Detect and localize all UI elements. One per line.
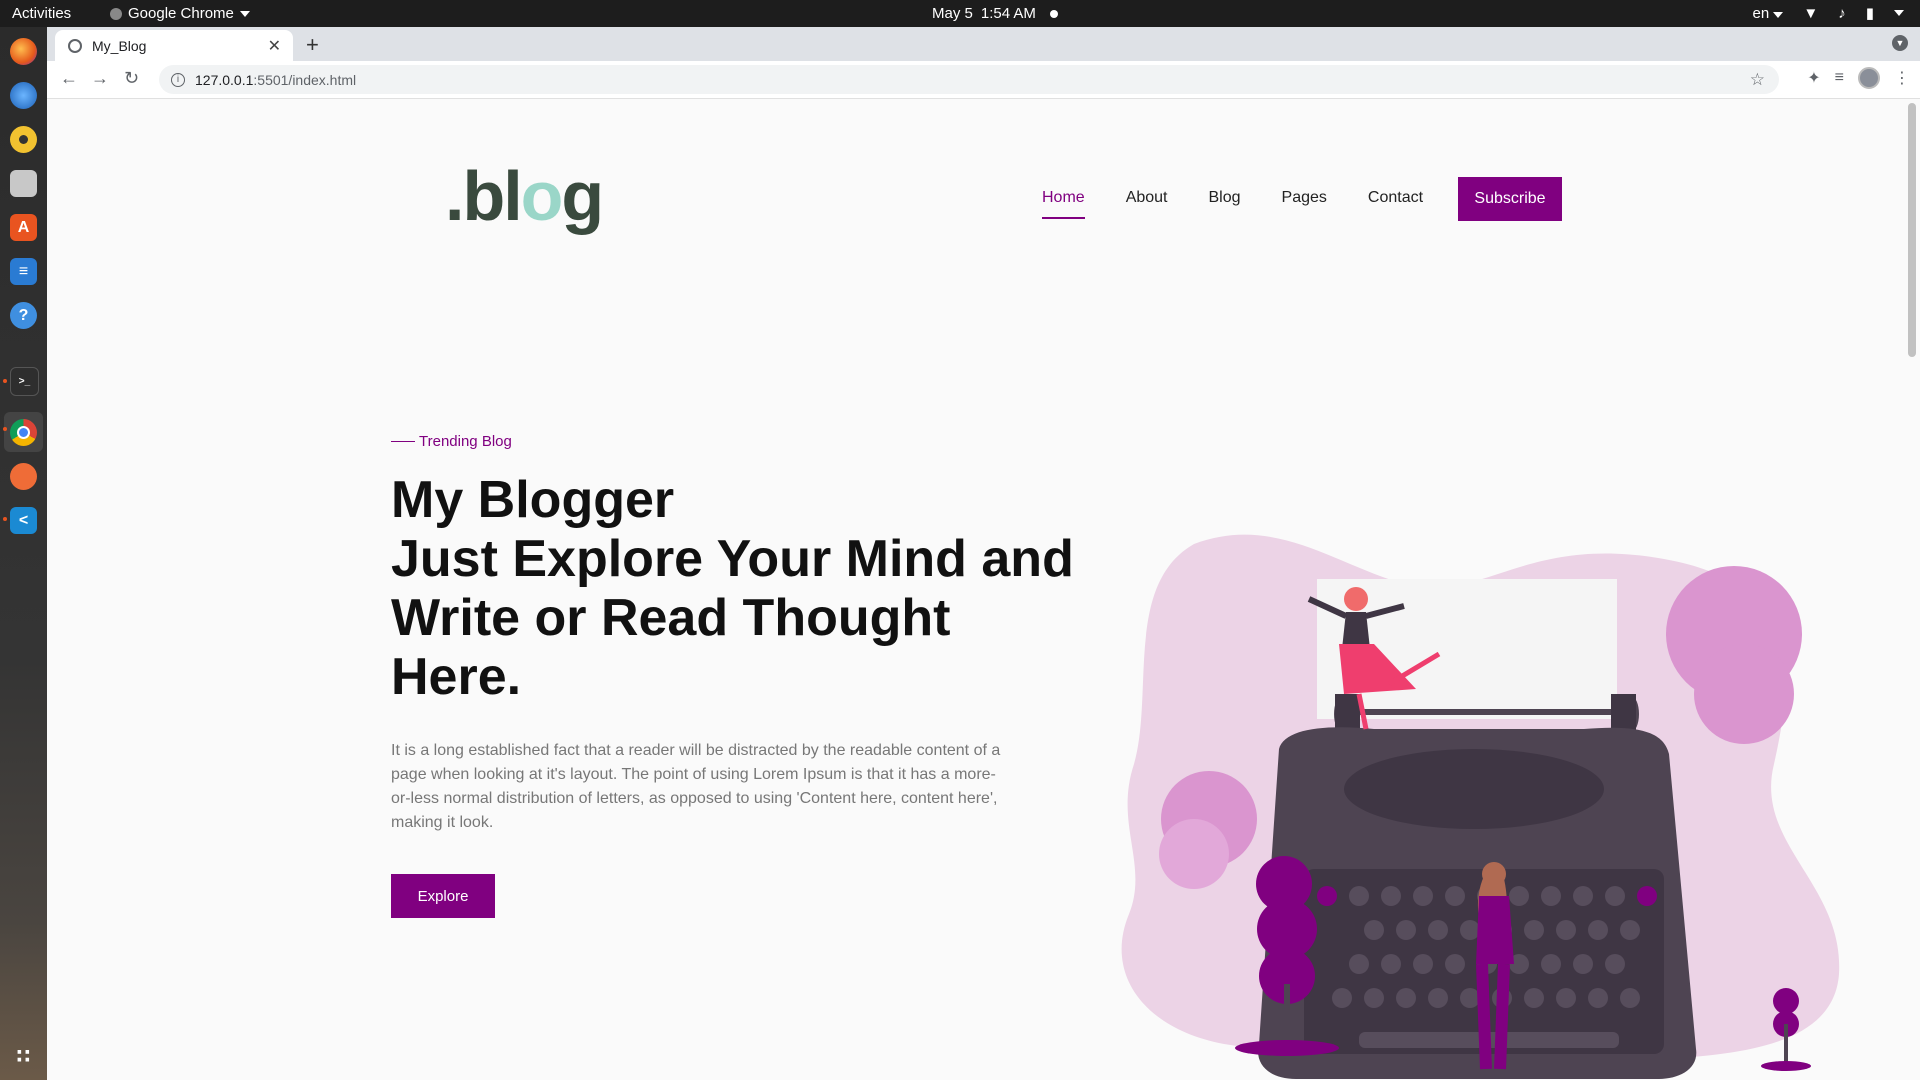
hero-title-line-2: Just Explore Your Mind and bbox=[391, 530, 1074, 588]
app-menu[interactable]: Google Chrome bbox=[110, 5, 250, 22]
app-grid-icon[interactable]: ∷ bbox=[10, 1043, 37, 1070]
tree-trunk bbox=[1284, 984, 1290, 1044]
running-indicator bbox=[3, 517, 7, 521]
system-top-bar: Activities Google Chrome May 5 1:54 AM e… bbox=[0, 0, 1920, 27]
language-label: en bbox=[1752, 4, 1770, 22]
close-icon[interactable]: ✕ bbox=[268, 36, 281, 56]
url-path: :5501/index.html bbox=[253, 71, 357, 88]
system-menu-chevron-icon[interactable] bbox=[1894, 10, 1904, 16]
kicker-label: Trending Blog bbox=[419, 433, 512, 450]
chrome-icon[interactable] bbox=[10, 419, 37, 446]
trending-kicker: Trending Blog bbox=[391, 433, 512, 450]
firefox-icon[interactable] bbox=[10, 38, 37, 65]
nav-about[interactable]: About bbox=[1126, 189, 1168, 207]
tab-strip: My_Blog ✕ + ▼ bbox=[47, 27, 1920, 61]
system-tray[interactable]: en ▼ ♪ ▮ bbox=[1753, 4, 1904, 22]
chrome-app-icon bbox=[110, 7, 122, 20]
pink-bush-left-2 bbox=[1159, 819, 1229, 889]
subscribe-button[interactable]: Subscribe bbox=[1458, 177, 1562, 221]
reload-icon[interactable]: ↻ bbox=[124, 68, 139, 89]
typewriter-illustration bbox=[1121, 534, 1840, 1079]
purple-tree-left-3 bbox=[1256, 856, 1312, 912]
chevron-down-icon bbox=[1773, 11, 1784, 18]
tree-trunk-right bbox=[1784, 1024, 1788, 1064]
postman-icon[interactable] bbox=[10, 463, 37, 490]
hero-description: It is a long established fact that a rea… bbox=[391, 742, 1001, 831]
bookmark-star-icon[interactable]: ☆ bbox=[1750, 70, 1765, 90]
language-indicator[interactable]: en bbox=[1753, 5, 1784, 22]
rhythmbox-icon[interactable] bbox=[10, 126, 37, 153]
volume-icon: ♪ bbox=[1838, 4, 1846, 22]
hero-title: My Blogger Just Explore Your Mind and Wr… bbox=[391, 471, 1111, 707]
pink-bush-right-2 bbox=[1694, 644, 1794, 744]
tab-my-blog[interactable]: My_Blog ✕ bbox=[55, 30, 293, 61]
wifi-icon: ▼ bbox=[1803, 4, 1819, 22]
toolbar-actions: ✦ ≡ ⋮ bbox=[1807, 67, 1910, 89]
nav-pages[interactable]: Pages bbox=[1282, 189, 1327, 207]
back-icon[interactable]: ← bbox=[60, 68, 78, 89]
profile-avatar[interactable] bbox=[1858, 67, 1880, 89]
accent-key-left bbox=[1317, 886, 1337, 906]
page-viewport: .blog Home About Blog Pages Contact Subs… bbox=[47, 99, 1904, 1080]
ubuntu-dock: A ≡ ? >_ < ∷ bbox=[0, 27, 47, 1080]
menu-kebab-icon[interactable]: ⋮ bbox=[1894, 68, 1910, 88]
tree-shadow bbox=[1235, 1040, 1339, 1056]
logo-prefix: .bl bbox=[445, 157, 523, 235]
chevron-down-icon bbox=[239, 10, 250, 17]
nav-home[interactable]: Home bbox=[1042, 189, 1085, 219]
standing-woman-body bbox=[1476, 896, 1514, 964]
dancer-torso bbox=[1342, 612, 1370, 649]
clock-time: 1:54 AM bbox=[980, 5, 1036, 22]
terminal-icon[interactable]: >_ bbox=[10, 367, 39, 396]
writer-icon[interactable]: ≡ bbox=[10, 258, 37, 285]
hero-title-line-3: Write or Read Thought bbox=[391, 589, 951, 647]
running-indicator bbox=[3, 379, 7, 383]
clock-date: May 5 bbox=[932, 5, 973, 22]
running-indicator bbox=[3, 427, 7, 431]
tree-shadow-right bbox=[1761, 1061, 1811, 1071]
globe-icon bbox=[68, 38, 82, 53]
thunderbird-icon[interactable] bbox=[10, 82, 37, 109]
address-bar[interactable]: i 127.0.0.1:5501/index.html ☆ bbox=[159, 65, 1779, 94]
logo-speech-bubble-o: o bbox=[520, 157, 564, 235]
explore-button[interactable]: Explore bbox=[391, 874, 495, 918]
vscode-icon[interactable]: < bbox=[10, 507, 37, 534]
hero-title-line-4: Here. bbox=[391, 648, 522, 706]
browser-toolbar: ← → ↻ i 127.0.0.1:5501/index.html ☆ ✦ ≡ … bbox=[47, 61, 1920, 99]
info-icon[interactable]: i bbox=[171, 72, 185, 87]
main-nav: Home About Blog Pages Contact bbox=[1042, 189, 1464, 219]
accent-key-right bbox=[1637, 886, 1657, 906]
logo-suffix: g bbox=[561, 157, 604, 235]
nav-contact[interactable]: Contact bbox=[1368, 189, 1423, 207]
url-host: 127.0.0.1 bbox=[195, 71, 254, 88]
battery-icon: ▮ bbox=[1865, 5, 1874, 22]
media-control-icon[interactable]: ≡ bbox=[1835, 69, 1844, 87]
typewriter-top-shadow bbox=[1344, 749, 1604, 829]
site-logo[interactable]: .blog bbox=[445, 156, 604, 236]
activities-button[interactable]: Activities bbox=[12, 5, 71, 22]
app-menu-label: Google Chrome bbox=[128, 5, 234, 22]
dancer-head bbox=[1344, 587, 1368, 611]
nav-blog[interactable]: Blog bbox=[1209, 189, 1241, 207]
help-icon[interactable]: ? bbox=[10, 302, 37, 329]
purple-tree-right-2 bbox=[1773, 988, 1799, 1014]
software-icon[interactable]: A bbox=[10, 214, 37, 241]
tab-title: My_Blog bbox=[92, 37, 147, 54]
scrollbar-thumb[interactable] bbox=[1908, 103, 1916, 357]
forward-icon[interactable]: → bbox=[91, 68, 109, 89]
files-icon[interactable] bbox=[10, 170, 37, 197]
carriage-bar bbox=[1347, 709, 1632, 715]
new-tab-button[interactable]: + bbox=[306, 32, 319, 58]
hero-title-line-1: My Blogger bbox=[391, 471, 675, 529]
extensions-icon[interactable]: ✦ bbox=[1807, 68, 1820, 88]
tab-search-icon[interactable]: ▼ bbox=[1892, 35, 1908, 51]
kicker-line bbox=[391, 440, 415, 443]
notification-dot-icon bbox=[1049, 9, 1058, 18]
page-scrollbar[interactable] bbox=[1904, 99, 1920, 1080]
clock[interactable]: May 5 1:54 AM bbox=[932, 5, 1058, 22]
